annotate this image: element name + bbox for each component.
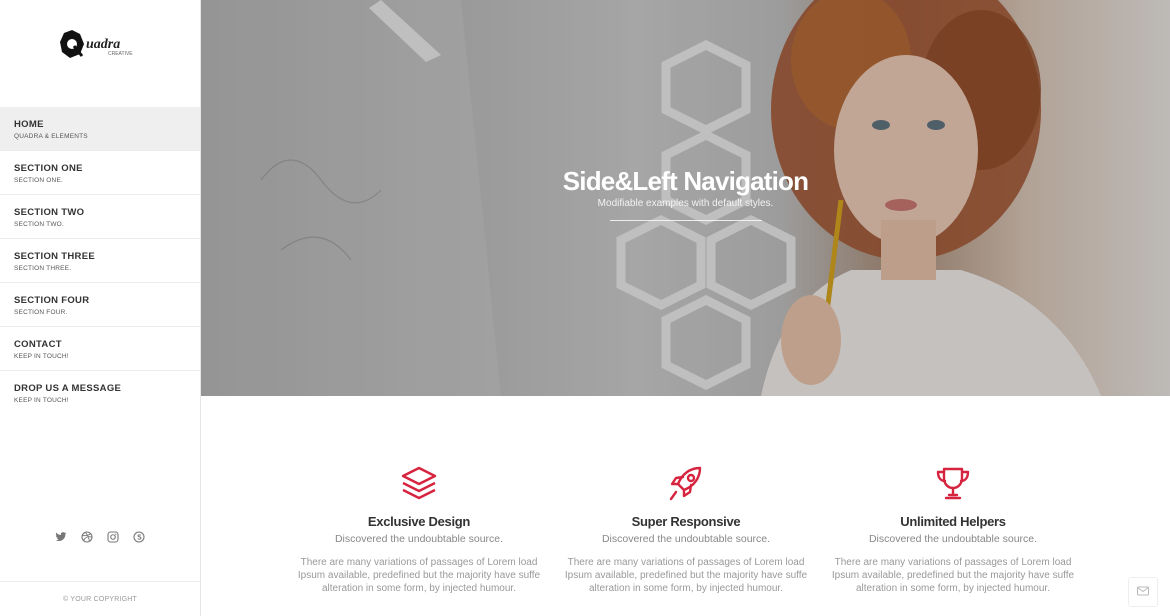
feature-subtitle: Discovered the undoubtable source. [868,533,1038,545]
sidebar-item-section-three[interactable]: SECTION THREE SECTION THREE. [0,239,200,283]
instagram-icon[interactable] [107,530,119,543]
sidebar-item-subtitle: SECTION FOUR. [14,309,68,316]
sidebar-item-title: SECTION ONE [14,163,83,174]
sidebar-item-title: HOME [14,119,44,130]
sidebar-item-subtitle: KEEP IN TOUCH! [14,397,69,404]
sidebar-item-title: DROP US A MESSAGE [14,383,122,394]
sidebar-nav: HOME QUADRA & ELEMENTS SECTION ONE SECTI… [0,107,200,415]
logo[interactable]: uadra CREATIVE [58,26,148,66]
feature-description: There are many variations of passages of… [831,557,1075,594]
hero-banner: Side&Left Navigation Modifiable examples… [201,0,1170,396]
sidebar-item-subtitle: SECTION TWO. [14,221,64,228]
sidebar-item-subtitle: QUADRA & ELEMENTS [14,133,88,140]
sidebar-item-drop-message[interactable]: DROP US A MESSAGE KEEP IN TOUCH! [0,371,200,415]
features-section: Exclusive Design Discovered the undoubta… [201,396,1170,616]
sidebar-item-section-four[interactable]: SECTION FOUR SECTION FOUR. [0,283,200,327]
sidebar-item-subtitle: KEEP IN TOUCH! [14,353,69,360]
logo-text: uadra [86,37,120,52]
copyright-text: © YOUR COPYRIGHT [63,596,137,603]
hero-subtitle: Modifiable examples with default styles. [597,198,774,209]
layers-icon [399,464,439,504]
sidebar-item-contact[interactable]: CONTACT KEEP IN TOUCH! [0,327,200,371]
sidebar-item-title: SECTION THREE [14,251,95,262]
feature-unlimited-helpers: Unlimited Helpers Discovered the undoubt… [818,464,1088,595]
feature-title: Exclusive Design [367,514,471,529]
mail-icon [1137,583,1149,601]
sidebar-item-section-one[interactable]: SECTION ONE SECTION ONE. [0,151,200,195]
sidebar-item-section-two[interactable]: SECTION TWO SECTION TWO. [0,195,200,239]
rocket-icon [666,464,706,504]
skype-icon[interactable] [133,530,145,543]
feature-title: Unlimited Helpers [900,514,1006,529]
sidebar-item-title: CONTACT [14,339,62,350]
sidebar-item-home[interactable]: HOME QUADRA & ELEMENTS [0,107,200,151]
copyright-bar: © YOUR COPYRIGHT [0,581,200,616]
feature-title: Super Responsive [631,514,741,529]
hero-divider [609,220,762,221]
social-links [55,530,145,543]
dribbble-icon[interactable] [81,530,93,543]
feature-subtitle: Discovered the undoubtable source. [601,533,771,545]
sidebar-item-title: SECTION TWO [14,207,85,218]
sidebar-item-title: SECTION FOUR [14,295,90,306]
feature-super-responsive: Super Responsive Discovered the undoubta… [551,464,821,595]
hero-text: Side&Left Navigation Modifiable examples… [201,165,1170,221]
trophy-icon [933,464,973,504]
feature-subtitle: Discovered the undoubtable source. [334,533,504,545]
sidebar-item-subtitle: SECTION ONE. [14,177,63,184]
hero-title: Side&Left Navigation [562,166,809,196]
twitter-icon[interactable] [55,530,67,542]
feature-description: There are many variations of passages of… [564,557,808,594]
feature-description: There are many variations of passages of… [297,557,541,594]
feature-exclusive-design: Exclusive Design Discovered the undoubta… [284,464,554,595]
sidebar: uadra CREATIVE HOME QUADRA & ELEMENTS SE… [0,0,201,616]
sidebar-item-subtitle: SECTION THREE. [14,265,72,272]
logo-subtext: CREATIVE [108,51,133,57]
contact-mail-button[interactable] [1128,577,1158,607]
